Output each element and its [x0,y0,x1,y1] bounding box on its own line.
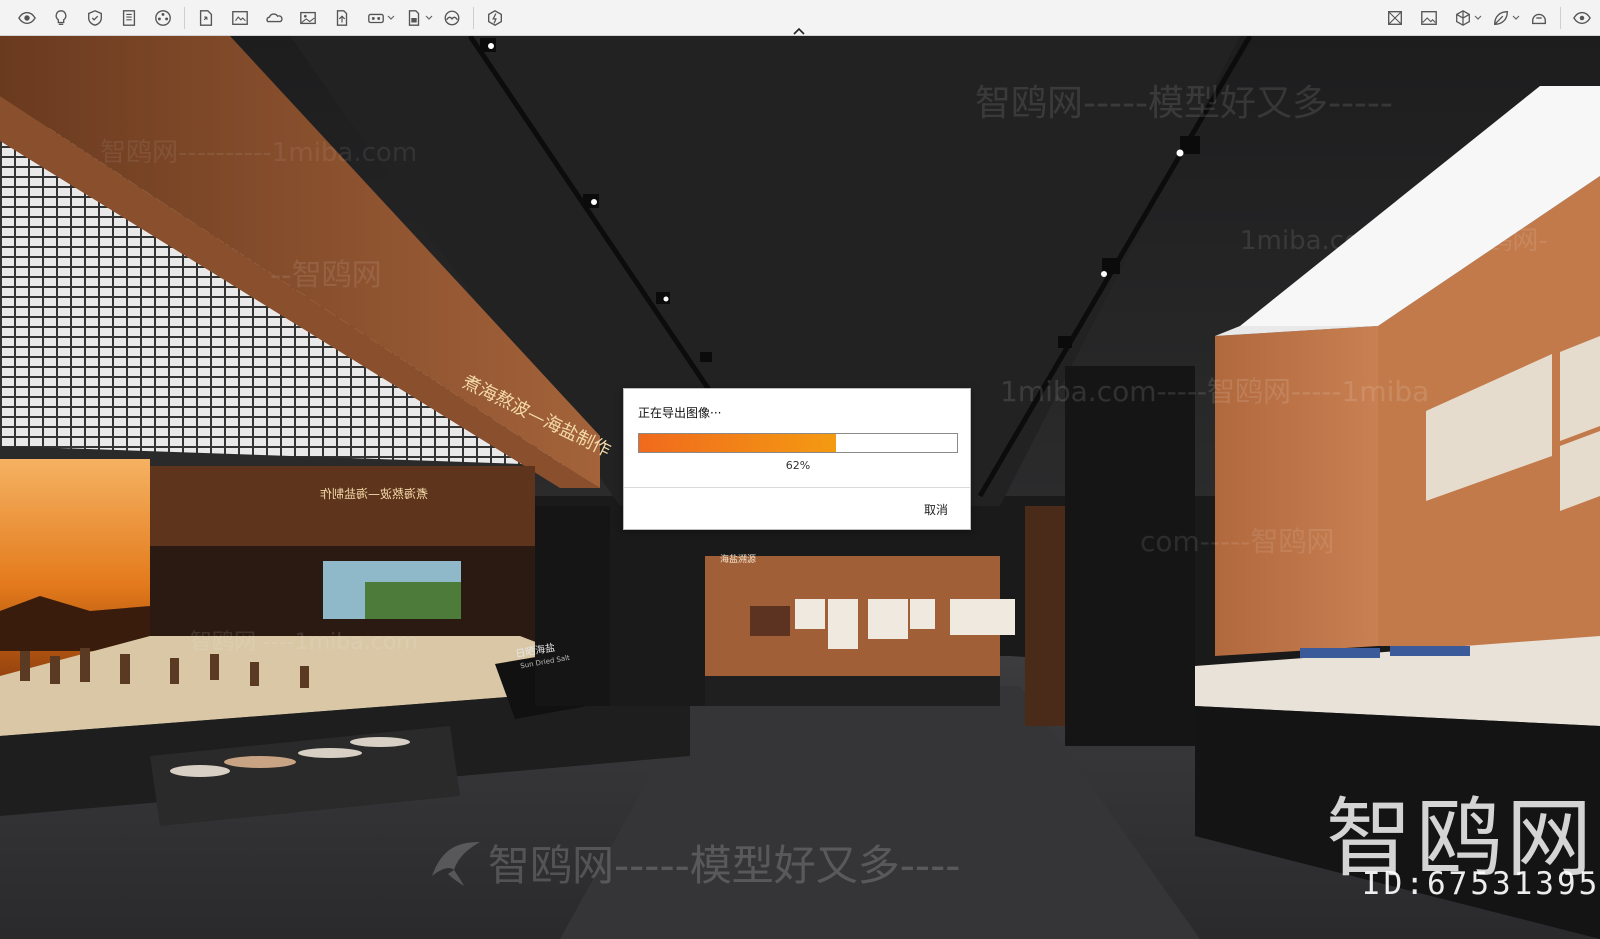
dialog-title: 正在导出图像··· [638,406,722,420]
export-progress-fill [639,434,837,452]
toolbar-separator [1560,7,1561,29]
leaf-dropdown-chevron-icon[interactable] [1512,7,1520,29]
eye-settings-icon[interactable] [1571,7,1593,29]
flash-icon[interactable] [484,7,506,29]
camera-cloud-icon[interactable] [263,7,285,29]
vr-headset-icon[interactable] [365,7,387,29]
document-icon[interactable] [403,7,425,29]
helmet-icon[interactable] [1528,7,1550,29]
export-file-icon[interactable] [195,7,217,29]
toolbar-separator [184,7,185,29]
cancel-button[interactable]: 取消 [924,501,948,518]
image-gallery-icon[interactable] [297,7,319,29]
cube-icon[interactable] [1452,7,1474,29]
document-upload-icon[interactable] [331,7,353,29]
vr-dropdown-chevron-icon[interactable] [387,7,395,29]
leaf-icon[interactable] [1490,7,1512,29]
eye-icon[interactable] [16,7,38,29]
export-progress-bar [638,433,958,453]
book-icon[interactable] [118,7,140,29]
collapse-toolbar-chevron-icon[interactable] [791,26,807,36]
render-frame-icon[interactable] [229,7,251,29]
toolbar-right-group [1378,0,1599,36]
progress-percent-label: 62% [785,459,811,472]
document-dropdown-chevron-icon[interactable] [425,7,433,29]
app-window: 煮海熬波—海盐制作 煮海熬波—海盐制作 海盐溯源 日晒海盐 Sun Dried … [0,0,1600,939]
export-progress-dialog: 正在导出图像··· 62% 取消 [623,388,971,530]
dialog-divider [624,487,970,488]
texture-map-icon[interactable] [1384,7,1406,29]
picture-icon[interactable] [1418,7,1440,29]
seagull-logo-icon [432,842,480,886]
wall-title-right: 海盐溯源 [720,555,757,565]
cube-dropdown-chevron-icon[interactable] [1474,7,1482,29]
brand-watermark-id: ID:675313953 [1362,866,1600,902]
panorama-icon[interactable] [441,7,463,29]
banner-sign-mirror: 煮海熬波—海盐制作 [320,487,429,501]
film-reel-icon[interactable] [152,7,174,29]
toolbar-left-group [10,0,512,36]
lightbulb-icon[interactable] [50,7,72,29]
toolbar-separator [473,7,474,29]
shield-icon[interactable] [84,7,106,29]
